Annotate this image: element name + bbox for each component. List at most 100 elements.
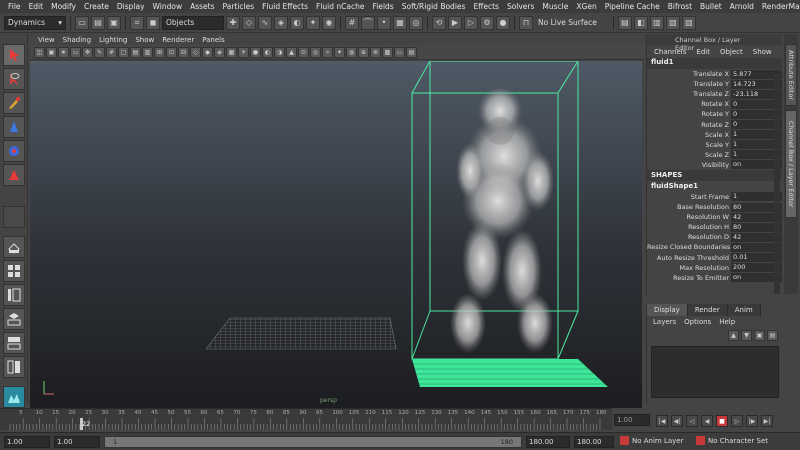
anim-layer-selector[interactable]: No Anim Layer <box>620 436 683 445</box>
image-plane-icon[interactable]: ▭ <box>70 46 81 58</box>
xgen-icon[interactable] <box>3 386 25 408</box>
modeling-toolkit-icon[interactable]: ◧ <box>633 15 648 30</box>
transform-node-name[interactable]: fluid1 <box>647 58 782 69</box>
attribute-name[interactable]: Translate Y <box>647 80 731 88</box>
viewport-menu-show[interactable]: Show <box>131 36 158 44</box>
menu-particles[interactable]: Particles <box>219 2 259 11</box>
bookmarks-icon[interactable]: ★ <box>58 46 69 58</box>
go-to-start-icon[interactable]: |◀ <box>656 415 668 427</box>
playback-start-field[interactable]: 1.00 <box>54 436 100 448</box>
attribute-name[interactable]: Resize Closed Boundaries <box>647 243 731 251</box>
panel-layout-icon[interactable]: ▭ <box>394 46 405 58</box>
animation-end-field[interactable]: 180.00 <box>574 436 614 448</box>
xray-joints-icon[interactable]: ✧ <box>322 46 333 58</box>
live-surface-magnet-icon[interactable]: ⊓ <box>519 15 533 30</box>
viewport-menu-lighting[interactable]: Lighting <box>95 36 131 44</box>
exposure-icon[interactable]: ⊕ <box>358 46 369 58</box>
layout-single-pane-icon[interactable] <box>3 236 25 258</box>
step-back-frame-icon[interactable]: ◁ <box>686 415 698 427</box>
menu-xgen[interactable]: XGen <box>572 2 600 11</box>
menu-window[interactable]: Window <box>149 2 187 11</box>
menu-fields[interactable]: Fields <box>369 2 398 11</box>
menu-bifrost[interactable]: Bifrost <box>664 2 696 11</box>
gate-mask-icon[interactable]: ▥ <box>142 46 153 58</box>
scale-tool-icon[interactable] <box>3 164 25 186</box>
layer-menu-layers[interactable]: Layers <box>649 318 680 326</box>
menu-solvers[interactable]: Solvers <box>503 2 538 11</box>
paint-select-tool-icon[interactable] <box>3 92 25 114</box>
smooth-shade-icon[interactable]: ◆ <box>202 46 213 58</box>
select-camera-icon[interactable]: ◫ <box>34 46 45 58</box>
anti-aliasing-icon[interactable]: ▲ <box>286 46 297 58</box>
layout-outliner-icon[interactable] <box>3 284 25 306</box>
menu-effects[interactable]: Effects <box>469 2 503 11</box>
snap-curve-icon[interactable]: ⌒ <box>361 15 375 30</box>
menu-renderman[interactable]: RenderMan <box>758 2 800 11</box>
move-layer-down-icon[interactable]: ▼ <box>741 329 752 341</box>
attribute-editor-icon[interactable]: ▥ <box>649 15 664 30</box>
attribute-name[interactable]: Max Resolution <box>647 264 731 272</box>
field-chart-icon[interactable]: ⊞ <box>154 46 165 58</box>
shadows-icon[interactable]: ● <box>250 46 261 58</box>
menu-pipeline-cache[interactable]: Pipeline Cache <box>601 2 664 11</box>
attribute-name[interactable]: Start Frame <box>647 193 731 201</box>
objects-selection-mode[interactable]: Objects <box>162 15 224 30</box>
menu-fluid-ncache[interactable]: Fluid nCache <box>312 2 368 11</box>
menu-edit[interactable]: Edit <box>25 2 48 11</box>
sidebar-toggle-icon[interactable]: ▤ <box>617 15 632 30</box>
ambient-occlusion-icon[interactable]: ◐ <box>262 46 273 58</box>
attribute-name[interactable]: Resolution D <box>647 233 731 241</box>
attribute-name[interactable]: Auto Resize Threshold <box>647 254 731 262</box>
layer-menu-options[interactable]: Options <box>680 318 715 326</box>
select-by-handle-icon[interactable]: ✚ <box>226 15 240 30</box>
motion-blur-icon[interactable]: ◑ <box>274 46 285 58</box>
save-scene-icon[interactable]: ▣ <box>107 15 121 30</box>
attribute-name[interactable]: Base Resolution <box>647 203 731 211</box>
channel-box-scrollbar[interactable] <box>774 74 780 294</box>
menu-bullet[interactable]: Bullet <box>696 2 726 11</box>
shaded-wireframe-icon[interactable]: ◈ <box>214 46 225 58</box>
layout-hypershade-icon[interactable] <box>3 356 25 378</box>
attribute-name[interactable]: Scale Y <box>647 141 731 149</box>
textured-icon[interactable]: ▦ <box>226 46 237 58</box>
channel-menu-channels[interactable]: Channels <box>649 48 691 56</box>
render-frame-icon[interactable]: ▶ <box>448 15 462 30</box>
hypershade-icon[interactable]: ● <box>496 15 510 30</box>
menu-fluid-effects[interactable]: Fluid Effects <box>258 2 312 11</box>
tab-attribute-editor[interactable]: Attribute Editor <box>785 44 797 106</box>
create-empty-layer-icon[interactable]: ▣ <box>754 329 765 341</box>
history-icon[interactable]: ⟲ <box>432 15 446 30</box>
menu-muscle[interactable]: Muscle <box>538 2 572 11</box>
layout-graph-icon[interactable] <box>3 308 25 330</box>
layout-persp-graph-icon[interactable] <box>3 332 25 354</box>
create-layer-from-selected-icon[interactable]: ▤ <box>767 329 778 341</box>
select-by-curve-icon[interactable]: ∿ <box>258 15 272 30</box>
shape-node-name[interactable]: fluidShape1 <box>647 180 782 192</box>
select-by-dynamic-icon[interactable]: ✦ <box>306 15 320 30</box>
attribute-name[interactable]: Translate Z <box>647 90 731 98</box>
menu-file[interactable]: File <box>4 2 25 11</box>
layer-menu-help[interactable]: Help <box>715 318 739 326</box>
channel-box-icon[interactable]: ▨ <box>681 15 696 30</box>
safe-action-icon[interactable]: ⊡ <box>166 46 177 58</box>
menu-display[interactable]: Display <box>113 2 149 11</box>
ipr-render-icon[interactable]: ▷ <box>464 15 478 30</box>
attribute-name[interactable]: Rotate X <box>647 100 731 108</box>
layer-list[interactable] <box>651 346 779 398</box>
rotate-tool-icon[interactable] <box>3 140 25 162</box>
layout-four-pane-icon[interactable] <box>3 260 25 282</box>
menu-soft-rigid-bodies[interactable]: Soft/Rigid Bodies <box>398 2 470 11</box>
camera-attributes-icon[interactable]: ▣ <box>46 46 57 58</box>
viewport-renderer-icon[interactable]: ▩ <box>382 46 393 58</box>
menu-create[interactable]: Create <box>80 2 113 11</box>
stop-playback-icon[interactable]: ■ <box>716 415 728 427</box>
isolate-select-icon[interactable]: ⊙ <box>298 46 309 58</box>
layer-tab-render[interactable]: Render <box>687 304 728 316</box>
playback-range-bar[interactable]: 1 180 <box>104 436 522 448</box>
time-slider[interactable]: 5 10 15 20 25 30 35 40 45 50 55 60 65 70 75 80 85 90 95 100… <box>0 408 612 430</box>
character-set-selector[interactable]: No Character Set <box>696 436 768 445</box>
animation-start-field[interactable]: 1.00 <box>4 436 50 448</box>
tool-settings-icon[interactable]: ▧ <box>665 15 680 30</box>
resolution-gate-icon[interactable]: ▤ <box>130 46 141 58</box>
select-by-surface-icon[interactable]: ◈ <box>274 15 288 30</box>
